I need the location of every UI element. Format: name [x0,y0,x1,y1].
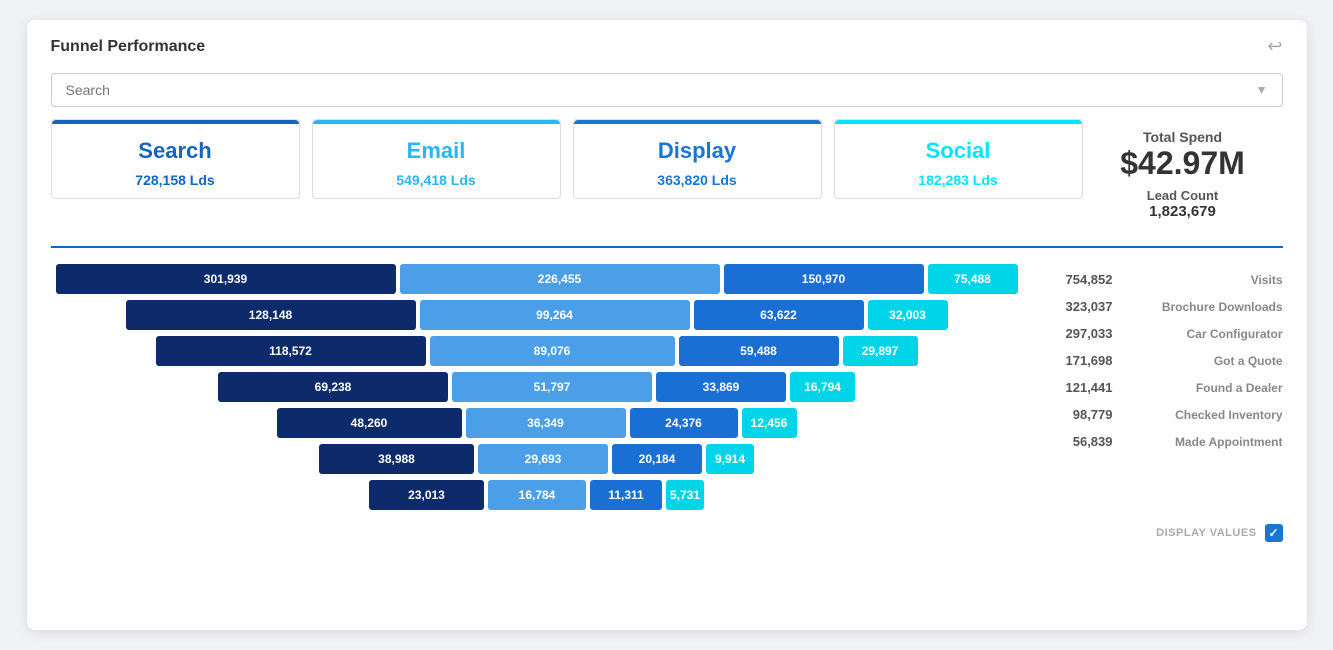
funnel-bar: 16,784 [488,480,586,510]
legend-label: Visits [1251,273,1283,287]
tab-display-indicator [574,120,821,124]
tab-display[interactable]: Display 363,820 Lds [573,119,822,199]
search-bar-section: ▼ [27,65,1307,119]
legend-label: Found a Dealer [1196,381,1283,395]
funnel-bar: 150,970 [724,264,924,294]
funnel-bar: 23,013 [369,480,484,510]
funnel-bar: 38,988 [319,444,474,474]
funnel-bar: 29,897 [843,336,918,366]
legend-row: 121,441 Found a Dealer [1043,376,1283,399]
lead-count-value: 1,823,679 [1103,203,1263,220]
funnel-row: 38,98829,69320,1849,914 [319,444,754,474]
legend-value: 754,852 [1043,272,1113,287]
tab-display-leads: 363,820 Lds [574,172,821,188]
funnel-row: 128,14899,26463,62232,003 [126,300,948,330]
tab-search-indicator [52,120,299,124]
total-spend-section: Total Spend $42.97M Lead Count 1,823,679 [1083,119,1283,230]
funnel-row: 301,939226,455150,97075,488 [56,264,1018,294]
legend-row: 171,698 Got a Quote [1043,349,1283,372]
funnel-bar: 32,003 [868,300,948,330]
tab-search-leads: 728,158 Lds [52,172,299,188]
caret-icon: ▼ [1256,83,1268,97]
page-title: Funnel Performance [51,38,206,56]
legend-row: 56,839 Made Appointment [1043,430,1283,453]
funnel-bar: 301,939 [56,264,396,294]
legend-value: 297,033 [1043,326,1113,341]
funnel-bar: 24,376 [630,408,738,438]
lead-count-label: Lead Count [1103,188,1263,203]
funnel-row: 23,01316,78411,3115,731 [369,480,704,510]
tab-email-indicator [313,120,560,124]
total-spend-label: Total Spend [1103,129,1263,145]
funnel-row: 69,23851,79733,86916,794 [218,372,855,402]
tab-social-leads: 182,283 Lds [835,172,1082,188]
funnel-bar: 59,488 [679,336,839,366]
total-spend-value: $42.97M [1103,145,1263,182]
legend-row: 297,033 Car Configurator [1043,322,1283,345]
legend-row: 754,852 Visits [1043,268,1283,291]
funnel-bar: 12,456 [742,408,797,438]
funnel-bar: 226,455 [400,264,720,294]
legend-row: 98,779 Checked Inventory [1043,403,1283,426]
display-values-checkbox[interactable] [1265,524,1283,542]
funnel-bar: 29,693 [478,444,608,474]
funnel-bar: 118,572 [156,336,426,366]
legend-row: 323,037 Brochure Downloads [1043,295,1283,318]
tab-display-name: Display [574,138,821,164]
legend-value: 98,779 [1043,407,1113,422]
legend-value: 121,441 [1043,380,1113,395]
funnel-section: 301,939226,455150,97075,488 128,14899,264… [27,248,1307,520]
search-dropdown[interactable]: ▼ [51,73,1283,107]
funnel-bar: 99,264 [420,300,690,330]
legend-label: Made Appointment [1175,435,1283,449]
legend-label: Brochure Downloads [1162,300,1283,314]
legend-label: Checked Inventory [1175,408,1282,422]
legend-value: 171,698 [1043,353,1113,368]
funnel-bar: 16,794 [790,372,855,402]
funnel-row: 48,26036,34924,37612,456 [277,408,797,438]
card-header: Funnel Performance ↩ [27,20,1307,65]
funnel-bar: 9,914 [706,444,754,474]
funnel-bar: 33,869 [656,372,786,402]
funnel-bar: 48,260 [277,408,462,438]
funnel-bar: 5,731 [666,480,704,510]
tab-social[interactable]: Social 182,283 Lds [834,119,1083,199]
funnel-bar: 69,238 [218,372,448,402]
funnel-bar: 51,797 [452,372,652,402]
tab-email[interactable]: Email 549,418 Lds [312,119,561,199]
funnel-bar: 20,184 [612,444,702,474]
tab-search[interactable]: Search 728,158 Lds [51,119,300,199]
funnel-bars: 301,939226,455150,97075,488 128,14899,264… [51,264,1023,510]
channel-tabs: Search 728,158 Lds Email 549,418 Lds Dis… [51,119,1083,199]
funnel-bar: 75,488 [928,264,1018,294]
funnel-legend: 754,852 Visits 323,037 Brochure Downloads 29… [1043,264,1283,510]
search-input[interactable] [66,82,1256,98]
tab-social-indicator [835,120,1082,124]
funnel-bar: 11,311 [590,480,662,510]
funnel-bar: 36,349 [466,408,626,438]
funnel-bar: 89,076 [430,336,675,366]
legend-label: Got a Quote [1214,354,1283,368]
tab-search-name: Search [52,138,299,164]
display-values-label: DISPLAY VALUES [1156,527,1256,539]
display-values-row: DISPLAY VALUES [27,520,1307,554]
legend-value: 323,037 [1043,299,1113,314]
back-icon[interactable]: ↩ [1267,36,1282,57]
funnel-performance-card: Funnel Performance ↩ ▼ Search 728,158 Ld… [27,20,1307,630]
tab-email-leads: 549,418 Lds [313,172,560,188]
channels-row: Search 728,158 Lds Email 549,418 Lds Dis… [27,119,1307,230]
legend-label: Car Configurator [1187,327,1283,341]
funnel-row: 118,57289,07659,48829,897 [156,336,918,366]
funnel-bar: 63,622 [694,300,864,330]
legend-value: 56,839 [1043,434,1113,449]
tab-email-name: Email [313,138,560,164]
tab-social-name: Social [835,138,1082,164]
funnel-bar: 128,148 [126,300,416,330]
